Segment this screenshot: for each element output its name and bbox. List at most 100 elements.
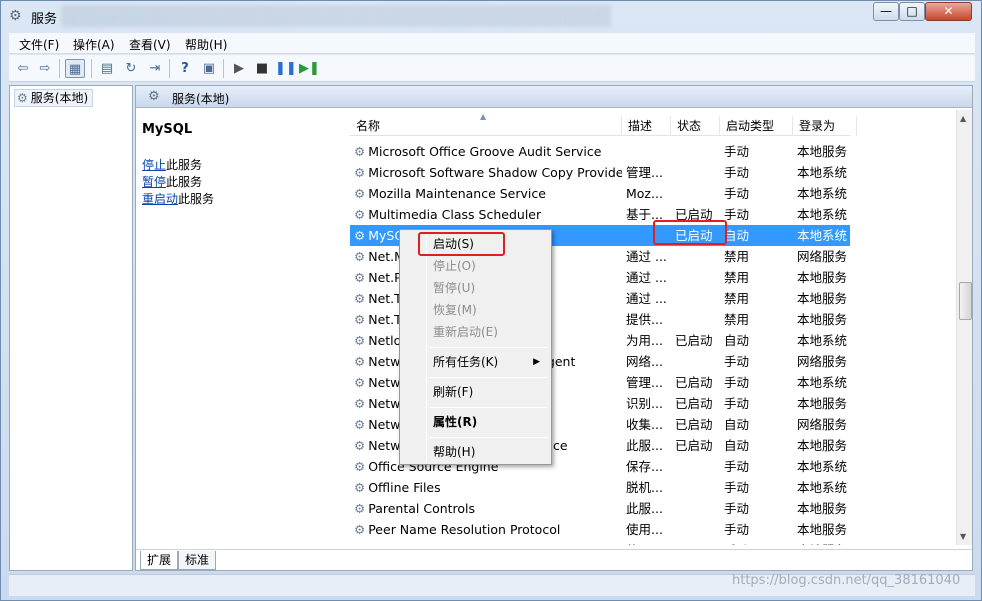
- log-on-as-cell: 本地服务: [797, 144, 848, 159]
- menu-item-pause[interactable]: 暂停(U): [403, 277, 548, 299]
- description-cell: 保存...: [626, 459, 663, 474]
- service-name-text: Microsoft Office Groove Audit Service: [368, 144, 602, 159]
- log-on-as-cell: 网络服务: [797, 354, 848, 369]
- description-cell: 收集...: [626, 417, 663, 432]
- submenu-arrow-icon: ▶: [533, 357, 540, 367]
- menu-view[interactable]: 查看(V): [129, 36, 171, 53]
- startup-type-cell: 禁用: [724, 249, 750, 264]
- column-header-description[interactable]: 描述: [622, 116, 671, 136]
- table-row[interactable]: ⚙ Parental Controls 此服... 手动 本地服务: [350, 498, 850, 519]
- log-on-as-cell: 本地系统: [797, 480, 848, 495]
- service-gear-icon: ⚙: [354, 291, 366, 306]
- tree-item-label: 服务(本地): [30, 91, 89, 105]
- column-header-log-on-as[interactable]: 登录为: [793, 116, 857, 136]
- scrollbar-thumb[interactable]: [959, 282, 972, 320]
- startup-type-cell: 自动: [724, 417, 750, 432]
- menu-item-refresh[interactable]: 刷新(F): [403, 381, 548, 403]
- close-button[interactable]: ✕: [925, 2, 972, 21]
- vertical-scrollbar[interactable]: ▲ ▼: [956, 110, 972, 545]
- tab-standard[interactable]: 标准: [178, 551, 217, 570]
- table-row[interactable]: ⚙ Offline Files 脱机... 手动 本地系统: [350, 477, 850, 498]
- startup-type-cell: 手动: [724, 522, 750, 537]
- export-list-icon[interactable]: ⇥: [145, 59, 165, 78]
- start-service-icon[interactable]: ▶: [229, 59, 249, 78]
- menu-item-help[interactable]: 帮助(H): [403, 441, 548, 463]
- table-row[interactable]: ⚙ Multimedia Class Scheduler 基于... 已启动 手动 本地系…: [350, 204, 850, 225]
- menu-file[interactable]: 文件(F): [19, 36, 59, 53]
- menu-item-restart[interactable]: 重新启动(E): [403, 321, 548, 343]
- status-cell: 已启动: [675, 438, 713, 453]
- service-name-text: Multimedia Class Scheduler: [368, 207, 542, 222]
- pause-service-icon[interactable]: ❚❚: [275, 59, 297, 78]
- list-header: ▲ 名称 描述 状态 启动类型 登录为: [350, 112, 857, 136]
- service-gear-icon: ⚙: [354, 333, 366, 348]
- watermark: https://blog.csdn.net/qq_38161040: [732, 573, 961, 588]
- menu-separator: [430, 377, 547, 378]
- console-tree: ⚙ 服务(本地): [9, 85, 133, 571]
- service-name-cell: ⚙ Microsoft Software Shadow Copy Provider: [354, 162, 622, 183]
- description-cell: 通过 ...: [626, 270, 667, 285]
- table-row[interactable]: ⚙ Microsoft Office Groove Audit Service 手动…: [350, 141, 850, 162]
- service-gear-icon: ⚙: [354, 438, 366, 453]
- column-header-name[interactable]: 名称: [350, 116, 622, 136]
- description-cell: 使用...: [626, 540, 672, 545]
- tab-extended[interactable]: 扩展: [140, 551, 179, 570]
- status-cell: 已启动: [675, 396, 713, 411]
- status-cell: 已启动: [675, 333, 713, 348]
- description-cell: 脱机...: [626, 480, 663, 495]
- menu-help[interactable]: 帮助(H): [185, 36, 227, 53]
- service-gear-icon: ⚙: [354, 396, 366, 411]
- log-on-as-cell: 网络服务: [797, 417, 848, 432]
- forward-arrow-icon[interactable]: ⇨: [35, 59, 55, 78]
- description-cell: 管理...: [626, 165, 663, 180]
- stop-service-icon[interactable]: ■: [252, 59, 272, 78]
- status-highlight-box: [653, 220, 727, 245]
- table-row[interactable]: ⚙ Peer Name Resolution Protocol 使用... 手动 本地服…: [350, 519, 850, 540]
- services-pane: ⚙ 服务(本地) MySQL 停止此服务 暂停此服务 重启动此服务 ▲ 名称 描…: [135, 85, 973, 571]
- menu-item-properties[interactable]: 属性(R): [403, 411, 548, 433]
- maximize-button[interactable]: □: [899, 2, 925, 21]
- column-header-startup-type[interactable]: 启动类型: [720, 116, 793, 136]
- view-tabs: 扩展 标准: [136, 549, 972, 570]
- startup-type-cell: 手动: [724, 144, 750, 159]
- context-menu: 启动(S) 停止(O) 暂停(U) 恢复(M) 重新启动(E) 所有任务(K) …: [399, 229, 552, 465]
- table-row[interactable]: ⚙ Microsoft Software Shadow Copy Provider…: [350, 162, 850, 183]
- title-bar[interactable]: ⚙ 服务 — □ ✕: [1, 1, 981, 31]
- scroll-down-icon[interactable]: ▼: [960, 532, 966, 541]
- console-window-icon[interactable]: ▣: [199, 59, 219, 78]
- table-row[interactable]: ⚙ Mozilla Maintenance Service Moz... 手动 本地系统: [350, 183, 850, 204]
- table-row[interactable]: ⚙Peer Networking Grouping使用...手动本地服务: [350, 540, 850, 545]
- restart-service-link[interactable]: 重启动: [142, 192, 178, 206]
- stop-service-link[interactable]: 停止: [142, 158, 166, 172]
- service-gear-icon: ⚙: [354, 228, 366, 243]
- description-cell: 网络...: [626, 354, 663, 369]
- service-gear-icon: ⚙: [354, 312, 366, 327]
- log-on-as-cell: 本地服务: [797, 291, 848, 306]
- menu-item-stop[interactable]: 停止(O): [403, 255, 548, 277]
- back-arrow-icon[interactable]: ⇦: [13, 59, 33, 78]
- menu-action[interactable]: 操作(A): [73, 36, 115, 53]
- scroll-up-icon[interactable]: ▲: [960, 114, 966, 123]
- properties-page-icon[interactable]: ▤: [97, 59, 117, 78]
- startup-type-cell: 禁用: [724, 270, 750, 285]
- log-on-as-cell: 本地服务: [797, 396, 848, 411]
- log-on-as-cell: 本地服务: [797, 540, 857, 545]
- menu-item-resume[interactable]: 恢复(M): [403, 299, 548, 321]
- log-on-as-cell: 本地系统: [797, 333, 848, 348]
- service-gear-icon: ⚙: [354, 354, 366, 369]
- service-gear-icon: ⚙: [354, 480, 366, 495]
- column-header-status[interactable]: 状态: [671, 116, 720, 136]
- log-on-as-cell: 本地服务: [797, 312, 848, 327]
- restart-service-icon[interactable]: ▶❚: [299, 59, 320, 78]
- tree-item-services-local[interactable]: ⚙ 服务(本地): [14, 89, 94, 107]
- pause-service-link[interactable]: 暂停: [142, 175, 166, 189]
- menu-item-all-tasks[interactable]: 所有任务(K) ▶: [403, 351, 548, 373]
- refresh-icon[interactable]: ↻: [121, 59, 141, 78]
- service-gear-icon: ⚙: [354, 249, 366, 264]
- minimize-button[interactable]: —: [873, 2, 899, 21]
- help-icon[interactable]: ?: [175, 59, 195, 78]
- service-name-text: Offline Files: [368, 480, 441, 495]
- description-cell: 通过 ...: [626, 249, 667, 264]
- show-hide-tree-icon[interactable]: ▦: [65, 59, 85, 78]
- startup-type-cell: 自动: [724, 333, 750, 348]
